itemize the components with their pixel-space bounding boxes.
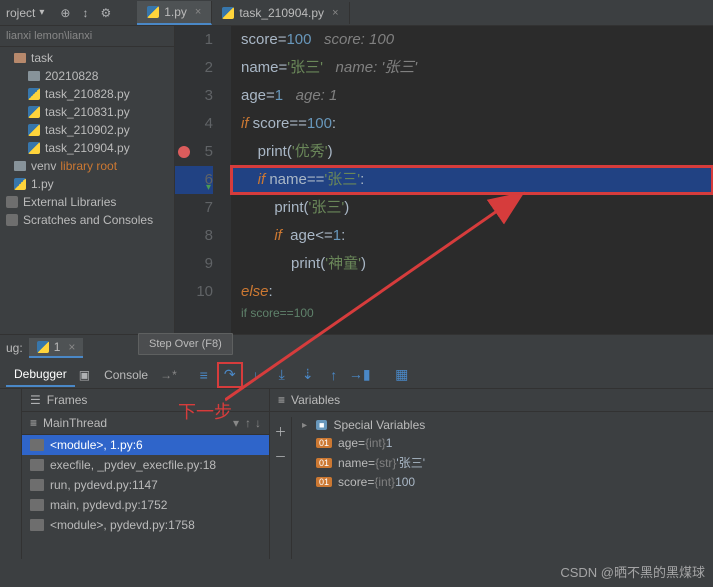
stack-frame[interactable]: <module>, 1.py:6 [22,435,269,455]
gutter[interactable]: 1 2 3 4 5 6▾ 7 8 9 10 [175,26,231,334]
watermark: CSDN @晒不黑的黑煤球 [560,562,705,581]
inlay-hint: if score==100 [231,306,713,320]
project-label[interactable]: roject [6,6,35,20]
debug-panel: ug: 1 × Step Over (F8) Debugger ▣ Consol… [0,334,713,559]
stack-frame[interactable]: main, pydevd.py:1752 [22,495,269,515]
stack-frame[interactable]: <module>, pydevd.py:1758 [22,515,269,535]
add-watch-icon[interactable]: ＋ [274,423,286,440]
variable-row[interactable]: ▸■Special Variables [298,416,707,434]
folder-icon [14,53,26,63]
variable-row[interactable]: 01name = {str} '张三' [298,452,707,473]
debug-label: ug: [6,341,23,355]
tree-external-libs[interactable]: External Libraries [0,193,174,211]
step-into-my-button[interactable]: ⤓ [271,364,293,386]
debug-run-tab[interactable]: 1 × [29,338,84,358]
var-badge: 01 [316,477,332,487]
close-icon[interactable]: × [332,7,338,19]
vars-title: Variables [291,393,340,407]
stack-icon: ≡ [30,416,37,430]
editor-tab-1[interactable]: 1.py × [137,1,212,25]
tree-file[interactable]: task_210831.py [0,103,174,121]
evaluate-icon[interactable]: ▦ [391,364,413,386]
python-file-icon [37,341,49,353]
frame-icon [30,459,44,471]
stack-frame[interactable]: execfile, _pydev_execfile.py:18 [22,455,269,475]
tooltip: Step Over (F8) [138,333,233,355]
python-file-icon [28,106,40,118]
step-over-button[interactable]: ↷ [219,364,241,386]
tree-file[interactable]: task_210902.py [0,121,174,139]
console-icon: ▣ [79,368,90,382]
frames-panel: ☰ Frames ≡ MainThread ▾ ↑ ↓ <module>, 1.p… [22,389,270,559]
tree-folder-task[interactable]: task [0,49,174,67]
tree-file[interactable]: task_210904.py [0,139,174,157]
python-file-icon [222,7,234,19]
gear-icon[interactable]: ⚙ [100,6,111,20]
python-file-icon [28,88,40,100]
library-icon [6,196,18,208]
thread-selector[interactable]: ≡ MainThread ▾ ↑ ↓ [22,412,269,435]
variable-row[interactable]: 01age = {int} 1 [298,434,707,452]
chevron-down-icon[interactable]: ▾ [233,416,239,430]
debug-gutter [0,389,22,559]
vars-icon: ≡ [278,393,285,407]
tab-console[interactable]: Console [96,364,156,386]
folder-icon [28,71,40,81]
breadcrumb: lianxi lemon\lianxi [0,26,174,47]
expand-icon[interactable]: ▸ [302,420,312,431]
close-icon[interactable]: × [195,6,201,18]
tab-label: 1.py [164,5,187,19]
tab-debugger[interactable]: Debugger [6,363,75,387]
python-file-icon [28,142,40,154]
tree-folder-venv[interactable]: venvlibrary root [0,157,174,175]
code-body[interactable]: score=100 score: 100 name='张三' name: '张三… [231,26,713,334]
frame-icon [30,479,44,491]
run-to-cursor-button[interactable]: →▮ [349,364,371,386]
stack-frame[interactable]: run, pydevd.py:1147 [22,475,269,495]
step-out-button[interactable]: ↑ [323,364,345,386]
variable-row[interactable]: 01score = {int} 100 [298,473,707,491]
frames-title: Frames [47,393,88,407]
project-tree: task 20210828 task_210828.py task_210831… [0,47,174,231]
top-toolbar: roject ▾ ⊕ ↕ ⚙ 1.py × task_210904.py × [0,0,713,26]
remove-watch-icon[interactable]: － [274,448,286,465]
scratch-icon [6,214,18,226]
editor-tab-2[interactable]: task_210904.py × [212,2,349,24]
project-dropdown-icon[interactable]: ▾ [39,7,44,18]
frame-icon [30,519,44,531]
close-icon[interactable]: × [68,340,75,354]
tab-label: task_210904.py [239,6,324,20]
python-file-icon [147,6,159,18]
python-file-icon [14,178,26,190]
prev-frame-icon[interactable]: ↑ [245,416,251,430]
expand-icon[interactable]: ↕ [82,6,88,20]
project-sidebar: lianxi lemon\lianxi task 20210828 task_2… [0,26,175,334]
editor: 1 2 3 4 5 6▾ 7 8 9 10 score=100 score: 1… [175,26,713,334]
tree-scratches[interactable]: Scratches and Consoles [0,211,174,229]
next-frame-icon[interactable]: ↓ [255,416,261,430]
tree-folder-date[interactable]: 20210828 [0,67,174,85]
show-execution-icon[interactable]: ≡ [193,364,215,386]
python-file-icon [28,124,40,136]
step-into-button[interactable]: ↓ [245,364,267,386]
folder-icon [14,161,26,171]
target-icon[interactable]: ⊕ [60,6,70,20]
var-badge: 01 [316,438,332,448]
frame-icon [30,499,44,511]
variables-panel: ≡Variables ＋ － ▸■Special Variables 01age… [270,389,713,559]
var-badge: 01 [316,458,332,468]
special-badge: ■ [316,420,327,430]
tree-file[interactable]: 1.py [0,175,174,193]
force-step-button[interactable]: ⇣ [297,364,319,386]
breakpoint-icon[interactable] [178,146,190,158]
frame-icon [30,439,44,451]
frames-icon: ☰ [30,393,41,407]
tree-file[interactable]: task_210828.py [0,85,174,103]
